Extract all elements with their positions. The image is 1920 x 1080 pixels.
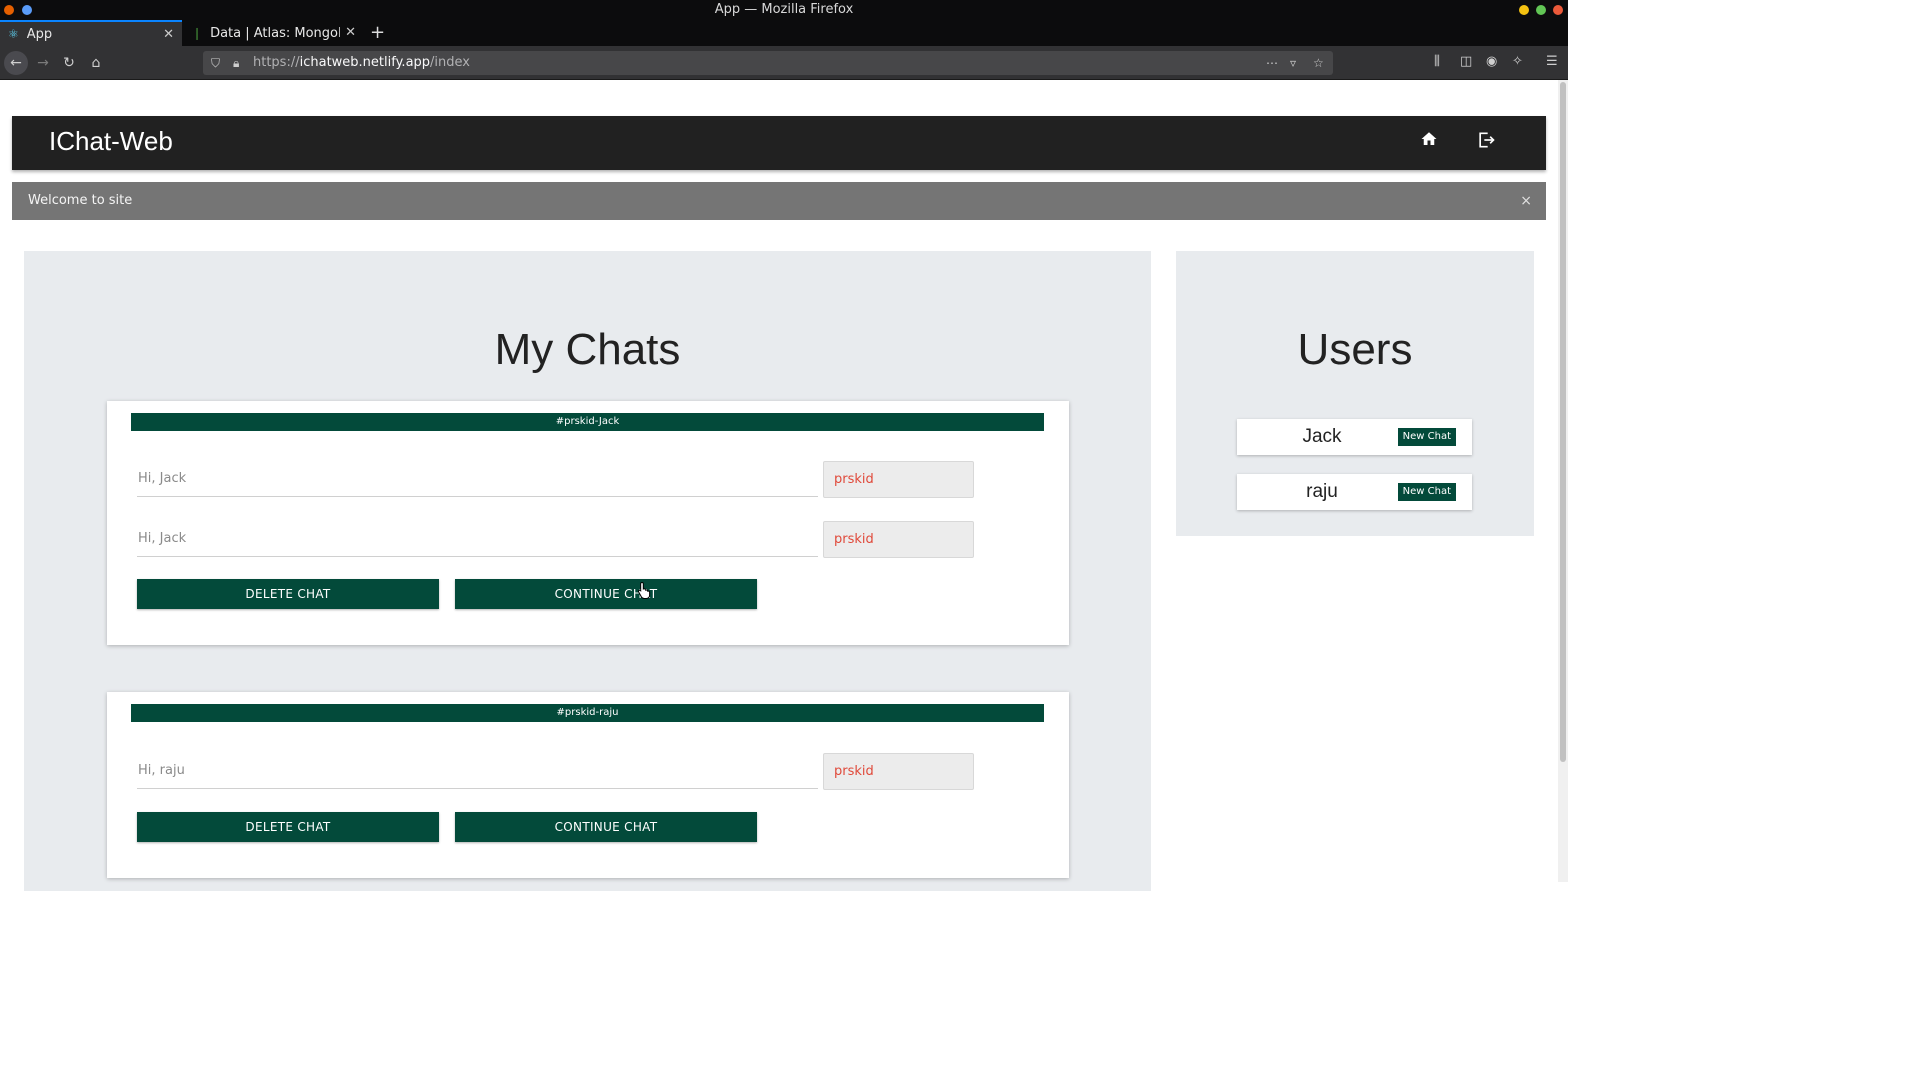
lock-icon[interactable]: 🔒︎ <box>233 51 239 75</box>
browser-toolbar: ← → ↻ ⌂ ⛉ 🔒︎ https://ichatweb.netlify.ap… <box>0 46 1568 80</box>
message-text: Hi, Jack <box>137 461 818 497</box>
app-header: IChat-Web <box>12 116 1546 170</box>
users-title: Users <box>1297 325 1413 374</box>
my-chats-title: My Chats <box>494 325 681 374</box>
message-sender: prskid <box>823 521 974 558</box>
forward-button[interactable]: → <box>32 52 54 74</box>
tab-bar: ⚛ App ✕ ❘ Data | Atlas: MongoD ✕ <box>0 20 1568 46</box>
alert-message: Welcome to site <box>28 193 133 208</box>
pocket-icon[interactable]: ▿ <box>1290 51 1296 75</box>
chat-card: #prskid-Jack Hi, Jack prskid Hi, Jack pr… <box>107 401 1069 645</box>
delete-chat-button[interactable]: DELETE CHAT <box>137 579 439 609</box>
hand-cursor-icon <box>637 581 651 599</box>
brand-title[interactable]: IChat-Web <box>49 126 173 157</box>
page-actions-icon[interactable]: ⋯ <box>1266 51 1278 75</box>
mongodb-leaf-icon: ❘ <box>192 26 203 40</box>
tab-label: App <box>26 26 53 42</box>
scrollbar-thumb[interactable] <box>1560 82 1566 762</box>
tab-atlas[interactable]: ❘ Data | Atlas: MongoD ✕ <box>184 20 364 46</box>
new-chat-button[interactable]: New Chat <box>1397 483 1456 501</box>
shield-icon[interactable]: ⛉ <box>211 51 220 75</box>
extension-icon[interactable]: ✧ <box>1512 54 1523 69</box>
page-scrollbar[interactable] <box>1558 80 1568 882</box>
firefox-logo-icon <box>4 5 14 15</box>
minimize-button[interactable] <box>1519 5 1529 15</box>
maximize-button[interactable] <box>1536 5 1546 15</box>
menu-icon[interactable]: ☰ <box>1546 54 1558 69</box>
back-button[interactable]: ← <box>4 51 28 75</box>
delete-chat-button[interactable]: DELETE CHAT <box>137 812 439 842</box>
chat-tag: #prskid-Jack <box>131 413 1044 431</box>
user-name: raju <box>1306 481 1338 502</box>
message-text: Hi, Jack <box>137 521 818 557</box>
user-card: Jack New Chat <box>1237 419 1472 455</box>
window-title: App — Mozilla Firefox <box>714 2 854 17</box>
new-tab-button[interactable]: + <box>370 22 385 43</box>
react-icon: ⚛ <box>8 27 19 41</box>
continue-chat-button[interactable]: CONTINUE CHAT <box>455 579 757 609</box>
new-chat-button[interactable]: New Chat <box>1397 428 1456 446</box>
welcome-alert: Welcome to site × <box>12 182 1546 220</box>
sidebar-icon[interactable]: ◫ <box>1460 54 1472 69</box>
url-bar[interactable]: ⛉ 🔒︎ https://ichatweb.netlify.app/index … <box>203 51 1333 75</box>
library-icon[interactable]: ⫼ <box>1434 54 1440 69</box>
close-tab-icon[interactable]: ✕ <box>345 25 356 40</box>
url-text[interactable]: https://ichatweb.netlify.app/index <box>253 51 470 75</box>
account-icon[interactable]: ◉ <box>1486 54 1497 69</box>
message-sender: prskid <box>823 753 974 790</box>
window-indicator-icon <box>22 5 32 15</box>
close-tab-icon[interactable]: ✕ <box>163 27 174 42</box>
chat-tag: #prskid-raju <box>131 704 1044 722</box>
tab-app[interactable]: ⚛ App ✕ <box>0 20 182 46</box>
continue-chat-button[interactable]: CONTINUE CHAT <box>455 812 757 842</box>
message-text: Hi, raju <box>137 753 818 789</box>
message-sender: prskid <box>823 461 974 498</box>
logout-icon[interactable] <box>1476 130 1496 154</box>
reload-button[interactable]: ↻ <box>58 52 80 74</box>
tab-label: Data | Atlas: MongoD <box>210 25 341 41</box>
alert-close-icon[interactable]: × <box>1520 182 1532 220</box>
user-name: Jack <box>1302 426 1342 447</box>
window-close-button[interactable] <box>1553 5 1563 15</box>
user-card: raju New Chat <box>1237 474 1472 510</box>
home-icon[interactable] <box>1420 130 1438 152</box>
home-button[interactable]: ⌂ <box>85 52 107 74</box>
chat-card: #prskid-raju Hi, raju prskid DELETE CHAT… <box>107 692 1069 878</box>
bookmark-star-icon[interactable]: ☆ <box>1313 51 1324 75</box>
window-titlebar: App — Mozilla Firefox <box>0 0 1568 20</box>
